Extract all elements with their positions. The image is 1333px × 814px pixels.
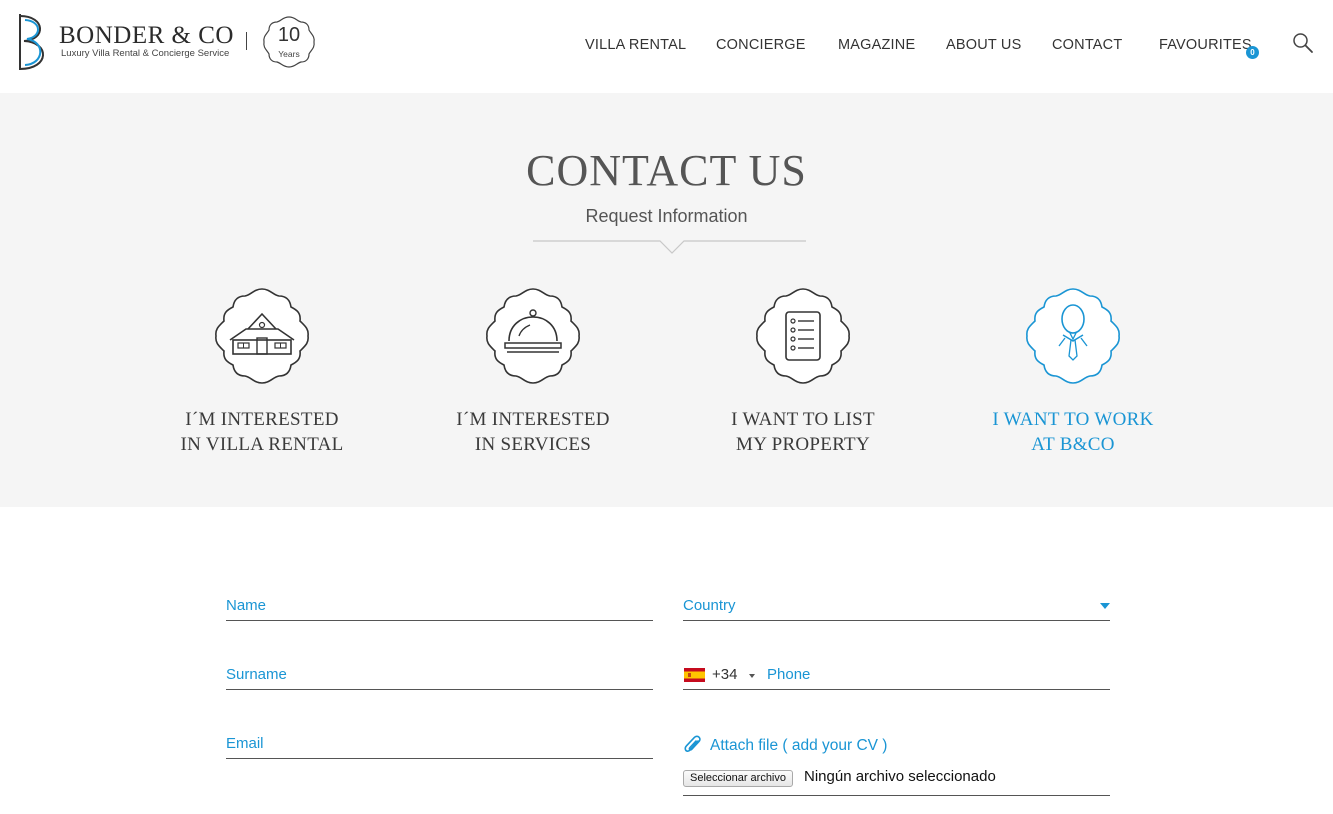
badge-number: 10	[277, 24, 301, 46]
option-label: I WANT TO WORK AT B&CO	[953, 407, 1193, 457]
phone-dial-code[interactable]: +34	[712, 666, 737, 683]
option-label-line1: I´M INTERESTED	[185, 409, 339, 430]
search-icon[interactable]	[1292, 32, 1314, 54]
surname-placeholder: Surname	[226, 666, 287, 683]
country-placeholder: Country	[683, 597, 736, 614]
badge-years-text: Years	[278, 49, 300, 59]
brand-tagline: Luxury Villa Rental & Concierge Service	[61, 48, 230, 59]
option-label: I´M INTERESTED IN SERVICES	[413, 407, 653, 457]
person-tie-icon	[1026, 288, 1120, 384]
nav-villa-rental[interactable]: VILLA RENTAL	[585, 37, 686, 53]
list-document-icon	[756, 288, 850, 384]
option-villa-rental[interactable]: I´M INTERESTED IN VILLA RENTAL	[142, 286, 382, 466]
title-divider	[533, 240, 806, 254]
dial-dropdown-icon[interactable]	[749, 674, 755, 678]
page-subtitle: Request Information	[585, 206, 748, 226]
option-work-at-bco[interactable]: I WANT TO WORK AT B&CO	[953, 286, 1193, 466]
attach-file-field: Attach file ( add your CV ) Seleccionar …	[683, 730, 1110, 796]
nav-about-us[interactable]: ABOUT US	[946, 37, 1021, 53]
brand-separator	[246, 32, 247, 50]
option-list-property[interactable]: I WANT TO LIST MY PROPERTY	[683, 286, 923, 466]
option-label-line2: IN SERVICES	[474, 434, 592, 455]
paperclip-icon	[684, 735, 701, 752]
attach-file-label[interactable]: Attach file ( add your CV )	[710, 737, 887, 755]
site-header: BONDER & CO Luxury Villa Rental & Concie…	[0, 0, 1333, 93]
nav-favourites[interactable]: FAVOURITES	[1159, 37, 1252, 53]
favourites-count-badge: 0	[1246, 46, 1259, 59]
service-cloche-icon	[486, 288, 580, 384]
spain-flag-icon[interactable]	[684, 668, 705, 682]
option-label-line1: I WANT TO LIST	[731, 409, 875, 430]
option-label: I´M INTERESTED IN VILLA RENTAL	[142, 407, 382, 457]
nav-magazine[interactable]: MAGAZINE	[838, 37, 915, 53]
nav-concierge[interactable]: CONCIERGE	[716, 37, 806, 53]
option-label: I WANT TO LIST MY PROPERTY	[683, 407, 923, 457]
option-label-line1: I´M INTERESTED	[456, 409, 610, 430]
villa-house-icon	[215, 288, 309, 384]
surname-field[interactable]: Surname	[226, 660, 653, 690]
email-placeholder: Email	[226, 735, 264, 752]
brand-name: BONDER & CO	[59, 22, 234, 49]
phone-placeholder: Phone	[767, 666, 811, 683]
page-title: CONTACT US	[526, 146, 807, 195]
option-label-line1: I WANT TO WORK	[992, 409, 1154, 430]
name-placeholder: Name	[226, 597, 267, 614]
name-field[interactable]: Name	[226, 591, 653, 621]
bonder-logo-icon	[19, 14, 44, 70]
option-label-line2: IN VILLA RENTAL	[180, 434, 344, 455]
email-field[interactable]: Email	[226, 729, 653, 759]
option-services[interactable]: I´M INTERESTED IN SERVICES	[413, 286, 653, 466]
option-label-line2: AT B&CO	[1031, 434, 1115, 455]
nav-contact[interactable]: CONTACT	[1052, 37, 1122, 53]
file-status-text: Ningún archivo seleccionado	[804, 768, 996, 785]
option-label-line2: MY PROPERTY	[736, 434, 870, 455]
choose-file-button[interactable]: Seleccionar archivo	[683, 770, 793, 787]
chevron-down-icon	[1100, 603, 1110, 609]
country-select[interactable]: Country	[683, 591, 1110, 621]
phone-field[interactable]: +34 Phone	[683, 660, 1110, 690]
